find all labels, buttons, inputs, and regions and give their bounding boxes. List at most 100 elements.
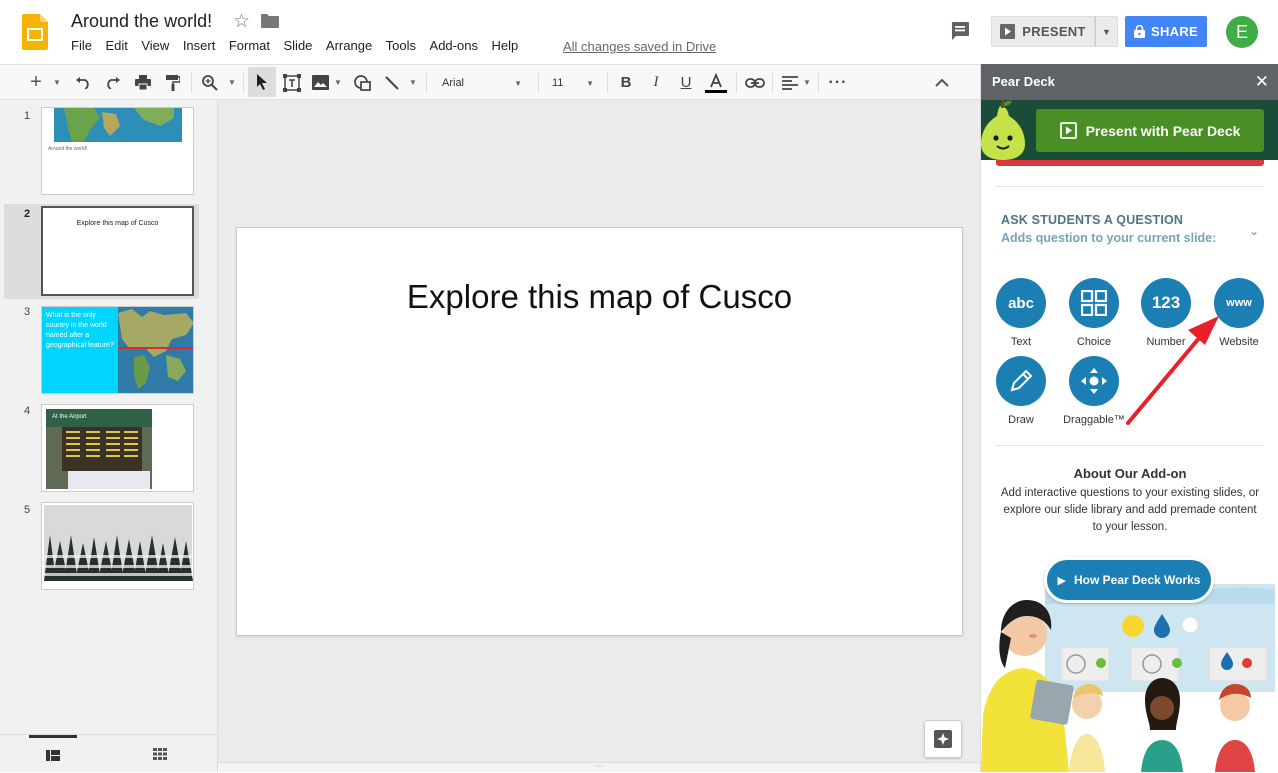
slide-thumbnail-2[interactable]: 2 Explore this map of Cusco — [4, 204, 199, 299]
more-icon[interactable]: ··· — [825, 65, 851, 100]
print-icon[interactable] — [131, 65, 155, 100]
slides-logo-icon[interactable] — [22, 14, 48, 50]
explore-button[interactable] — [924, 720, 962, 758]
zoom-icon[interactable] — [198, 65, 222, 100]
present-group: PRESENT ▼ — [991, 16, 1118, 47]
menu-help[interactable]: Help — [491, 38, 518, 53]
slide-title-text[interactable]: Explore this map of Cusco — [237, 278, 962, 316]
explore-icon — [934, 730, 952, 748]
menu-edit[interactable]: Edit — [105, 38, 127, 53]
zoom-dropdown[interactable]: ▼ — [225, 65, 239, 100]
slide-editor-area: Explore this map of Cusco ⋯ — [218, 100, 980, 772]
slide-thumbnail-1[interactable]: 1 Around the world! — [4, 104, 199, 200]
line-dropdown[interactable]: ▼ — [406, 65, 420, 100]
list-view-button[interactable] — [29, 735, 77, 773]
list-view-icon — [46, 750, 60, 761]
pear-mascot-logo — [981, 100, 1025, 160]
slide-thumbnail-4[interactable]: 4 At the Airport — [4, 402, 199, 496]
align-icon[interactable] — [778, 65, 802, 100]
question-type-choice[interactable]: Choice — [1064, 278, 1124, 348]
speaker-notes-handle[interactable]: ⋯ — [218, 762, 980, 772]
star-icon[interactable]: ☆ — [233, 10, 250, 33]
grid-view-icon — [153, 748, 167, 760]
move-icon — [1069, 356, 1119, 406]
document-title[interactable]: Around the world! — [71, 11, 212, 32]
snowy-forest-image — [42, 503, 193, 589]
redo-icon[interactable] — [101, 65, 125, 100]
text-color-icon[interactable] — [704, 65, 728, 100]
link-icon[interactable] — [742, 65, 768, 100]
slide-preview: Around the world! — [41, 107, 194, 195]
shape-icon[interactable] — [350, 65, 374, 100]
folder-icon[interactable] — [261, 14, 279, 28]
undo-icon[interactable] — [71, 65, 95, 100]
question-type-website[interactable]: www Website — [1209, 278, 1269, 348]
text-box-icon[interactable] — [280, 65, 304, 100]
ask-question-heading[interactable]: ASK STUDENTS A QUESTION — [1001, 213, 1183, 227]
pencil-icon — [996, 356, 1046, 406]
font-family-select[interactable]: Arial ▼ — [432, 71, 532, 95]
paint-format-icon[interactable] — [161, 65, 185, 100]
how-pear-deck-works-button[interactable]: ▶ How Pear Deck Works — [1044, 557, 1214, 603]
slide-thumbnail-3[interactable]: 3 What is the only country in the world … — [4, 304, 199, 398]
question-type-text[interactable]: abc Text — [991, 278, 1051, 348]
select-icon[interactable] — [248, 67, 276, 97]
menu-slide[interactable]: Slide — [284, 38, 313, 53]
menu-bar: File Edit View Insert Format Slide Arran… — [71, 38, 532, 53]
about-heading: About Our Add-on — [1073, 466, 1187, 481]
question-type-draw[interactable]: Draw — [991, 356, 1051, 426]
status-bar — [996, 160, 1264, 166]
menu-arrange[interactable]: Arrange — [326, 38, 372, 53]
menu-add-ons[interactable]: Add-ons — [430, 38, 478, 53]
pear-deck-sidebar: Pear Deck ✕ Present with Pear Deck ASK S… — [980, 64, 1278, 772]
underline-icon[interactable]: U — [674, 65, 698, 100]
share-label: SHARE — [1150, 24, 1198, 39]
close-icon[interactable]: ✕ — [1255, 73, 1269, 90]
chevron-down-icon: ▼ — [586, 78, 594, 88]
italic-icon[interactable]: I — [644, 65, 668, 100]
present-options-dropdown[interactable]: ▼ — [1095, 16, 1118, 47]
lock-icon — [1133, 25, 1145, 38]
slide-preview: Explore this map of Cusco — [41, 206, 194, 296]
present-with-pear-deck-button[interactable]: Present with Pear Deck — [1036, 109, 1264, 152]
line-icon[interactable] — [380, 65, 404, 100]
slide-canvas[interactable]: Explore this map of Cusco — [236, 227, 963, 636]
present-button[interactable]: PRESENT — [991, 16, 1095, 47]
question-type-label: Draggable™ — [1063, 414, 1125, 426]
slide-3-text: What is the only country in the world na… — [46, 312, 114, 349]
save-status-link[interactable]: All changes saved in Drive — [563, 39, 716, 54]
menu-tools[interactable]: Tools — [386, 38, 416, 53]
menu-format[interactable]: Format — [229, 38, 270, 53]
filmstrip-footer — [0, 734, 217, 772]
new-slide-icon[interactable]: + — [24, 65, 48, 100]
bold-icon[interactable]: B — [614, 65, 638, 100]
question-type-draggable[interactable]: Draggable™ — [1059, 356, 1129, 426]
new-slide-dropdown[interactable]: ▼ — [50, 65, 64, 100]
slide-number: 3 — [24, 306, 31, 318]
comments-icon[interactable] — [950, 21, 970, 41]
image-icon[interactable] — [308, 65, 332, 100]
question-type-number[interactable]: 123 Number — [1136, 278, 1196, 348]
collapse-icon[interactable] — [930, 65, 954, 100]
menu-insert[interactable]: Insert — [183, 38, 216, 53]
slide-thumbnail-5[interactable]: 5 — [4, 500, 199, 594]
slide-preview: What is the only country in the world na… — [41, 306, 194, 394]
user-avatar[interactable]: E — [1226, 16, 1258, 48]
question-type-label: Text — [1010, 336, 1032, 348]
image-dropdown[interactable]: ▼ — [332, 65, 344, 100]
menu-view[interactable]: View — [141, 38, 169, 53]
chevron-down-icon[interactable]: ⌄ — [1249, 224, 1259, 238]
menu-file[interactable]: File — [71, 38, 92, 53]
slide-number: 4 — [24, 405, 31, 417]
play-icon: ▶ — [1057, 574, 1066, 587]
website-question-icon: www — [1214, 278, 1264, 328]
text-question-icon: abc — [996, 278, 1046, 328]
grid-view-button[interactable] — [136, 735, 184, 773]
slide-preview: At the Airport — [41, 404, 194, 492]
align-dropdown[interactable]: ▼ — [801, 65, 813, 100]
share-button[interactable]: SHARE — [1125, 16, 1207, 47]
font-size-select[interactable]: 11 ▼ — [544, 71, 602, 95]
present-with-pear-deck-label: Present with Pear Deck — [1085, 122, 1241, 139]
slide-filmstrip: 1 Around the world! 2 Explore this map o… — [0, 100, 218, 772]
app-header: Around the world! ☆ File Edit View Inser… — [0, 0, 1278, 64]
